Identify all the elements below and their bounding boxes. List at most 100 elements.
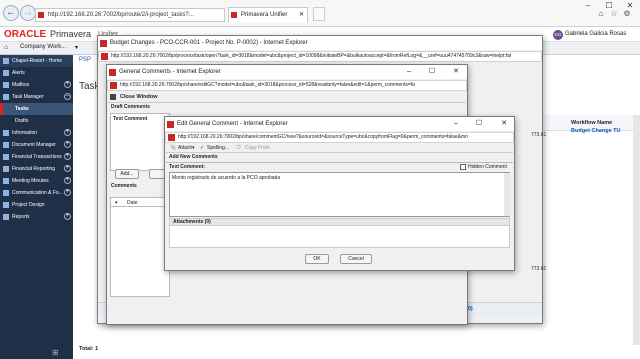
sidebar-item-task-manager[interactable]: Task Manager – — [0, 91, 73, 103]
tab-favicon-icon — [231, 12, 237, 18]
sidebar-item-label: Financial Transactions — [12, 154, 62, 160]
tasks-icon — [3, 94, 9, 100]
expand-plus-icon[interactable]: + — [64, 129, 71, 136]
workspace-selector[interactable]: Company Work... — [20, 44, 66, 50]
sidebar-item-information[interactable]: Information + — [0, 127, 73, 139]
expand-plus-icon[interactable]: + — [64, 81, 71, 88]
edit-dialog-title: Edit General Comment - Internet Explorer — [177, 121, 288, 127]
close-window-button[interactable]: Close Window — [120, 94, 158, 100]
sidebar-item-tasks[interactable]: Tasks — [0, 103, 73, 115]
sidebar-item-communication[interactable]: Communication & Fo... + — [0, 187, 73, 199]
psp-tab[interactable]: PSP — [79, 57, 91, 63]
comments-table-header: ▾ Date — [110, 197, 170, 207]
budget-dialog-titlebar: Budget Changes - PCO-CCR-001 - Project N… — [98, 36, 542, 50]
sidebar-item-drafts[interactable]: Drafts — [0, 115, 73, 127]
sidebar-item-label: Drafts — [15, 118, 29, 124]
add-new-comments-heading: Add New Comments — [169, 154, 218, 160]
address-bar[interactable]: http://192.168.20.26:7002/bp/route/2/i-p… — [35, 8, 225, 22]
expand-plus-icon[interactable]: + — [64, 189, 71, 196]
sidebar-item-alerts[interactable]: Alerts — [0, 67, 73, 79]
collapse-minus-icon[interactable]: – — [64, 93, 71, 100]
sidebar-item-home[interactable]: Chapel-Resort - Home — [0, 55, 73, 67]
workflow-name-cell[interactable]: Budget Change TU — [571, 128, 621, 134]
home-nav-icon[interactable]: ⌂ — [4, 44, 8, 51]
spelling-icon[interactable]: ✓ — [200, 145, 204, 151]
ie-icon — [167, 121, 174, 128]
user-avatar[interactable]: GG — [553, 30, 563, 40]
sidebar-item-project-design[interactable]: Project Design — [0, 199, 73, 211]
hidden-comment-checkbox[interactable] — [460, 164, 466, 170]
copy-from-button: Copy From — [245, 145, 270, 151]
browser-tab[interactable]: Primavera Unifier ✕ — [228, 7, 308, 23]
settings-gear-icon[interactable]: ⚙ — [622, 9, 632, 19]
edit-toolbar: 📎 Attach ▾ ✓ Spelling... ❐ Copy From — [166, 144, 513, 153]
forward-button-icon[interactable]: → — [20, 5, 36, 21]
sidebar-item-label: Mailbox — [12, 82, 30, 88]
minimize-icon[interactable]: – — [400, 65, 418, 79]
attach-dropdown-icon[interactable]: ▾ — [192, 145, 195, 151]
paperclip-icon[interactable]: 📎 — [170, 145, 176, 151]
ok-button[interactable]: OK — [305, 254, 329, 264]
budget-dialog-url[interactable]: http://192.168.20.26:7002/bp/process/tas… — [98, 51, 542, 62]
favorites-star-icon[interactable]: ☆ — [609, 9, 619, 19]
close-icon[interactable]: ✕ — [447, 65, 465, 79]
back-button-icon[interactable]: ← — [3, 5, 19, 21]
cancel-button[interactable]: Cancel — [340, 254, 372, 264]
date-column-header[interactable]: Date — [127, 200, 138, 206]
general-url-text: http://192.168.20.26:7002/bp/share/editG… — [120, 82, 415, 88]
spelling-button[interactable]: Spelling... — [207, 145, 229, 151]
maximize-icon[interactable]: ☐ — [423, 65, 441, 79]
close-window-bar: Close Window — [108, 93, 466, 103]
bell-icon — [3, 70, 9, 76]
sidebar-item-label: Information — [12, 130, 38, 136]
edit-url-text: http://192.168.20.26:7002/bp/share/comme… — [178, 134, 468, 140]
sidebar-item-document-manager[interactable]: Document Manager + — [0, 139, 73, 151]
total-count: Total: 1 — [79, 346, 99, 352]
hidden-comment-label: Hidden Comment — [468, 164, 507, 170]
maximize-icon[interactable]: ☐ — [470, 117, 488, 131]
comment-textarea[interactable]: Monto registrado de acuerdo a la PCO apr… — [169, 172, 510, 217]
ie-icon — [109, 69, 116, 76]
add-button[interactable]: Add... — [115, 169, 139, 179]
sidebar-item-reports[interactable]: Reports + — [0, 211, 73, 223]
attachments-label: Attachments (0) — [173, 219, 211, 225]
sidebar-item-label: Reports — [12, 214, 30, 220]
expand-plus-icon[interactable]: + — [64, 141, 71, 148]
new-tab-button[interactable] — [313, 7, 325, 21]
design-icon — [3, 202, 9, 208]
sidebar-item-label: Project Design — [12, 202, 45, 208]
meeting-icon — [3, 178, 9, 184]
textarea-scrollbar[interactable] — [504, 173, 510, 216]
budget-url-text: http://192.168.20.26:7002/bp/process/tas… — [111, 53, 512, 59]
expand-plus-icon[interactable]: + — [64, 153, 71, 160]
sidebar-item-meeting-minutes[interactable]: Meeting Minutes + — [0, 175, 73, 187]
add-icon[interactable]: ⊞ — [52, 348, 59, 357]
amount-value: 773.61 — [531, 266, 547, 272]
close-window-icon[interactable] — [110, 94, 116, 100]
sidebar-item-label: Task Manager — [12, 94, 44, 100]
workspace-dropdown-icon[interactable]: ▾ — [75, 44, 78, 51]
edit-dialog-url[interactable]: http://192.168.20.26:7002/bp/share/comme… — [165, 132, 514, 143]
general-dialog-url[interactable]: http://192.168.20.26:7002/bp/share/editG… — [107, 80, 467, 91]
user-name[interactable]: Gabriela Galicia Rosas — [565, 31, 626, 37]
sort-arrow-icon[interactable]: ▾ — [115, 200, 118, 206]
tab-close-icon[interactable]: ✕ — [299, 8, 304, 23]
main-scrollbar[interactable] — [633, 115, 640, 345]
general-dialog-title: General Comments - Internet Explorer — [119, 69, 221, 75]
expand-plus-icon[interactable]: + — [64, 177, 71, 184]
sidebar-item-financial-transactions[interactable]: Financial Transactions + — [0, 151, 73, 163]
expand-plus-icon[interactable]: + — [64, 165, 71, 172]
home-icon[interactable]: ⌂ — [596, 9, 606, 19]
attach-button[interactable]: Attach — [178, 145, 192, 151]
sidebar-item-mailbox[interactable]: Mailbox + — [0, 79, 73, 91]
minimize-icon[interactable]: – — [447, 117, 465, 131]
sidebar-item-financial-reporting[interactable]: Financial Reporting + — [0, 163, 73, 175]
comments-table-body — [110, 207, 170, 297]
tab-title: Primavera Unifier — [241, 12, 288, 18]
sidebar-item-label: Alerts — [12, 70, 25, 76]
sidebar: Chapel-Resort - Home Alerts Mailbox + Ta… — [0, 55, 73, 359]
close-icon[interactable]: ✕ — [495, 117, 513, 131]
add-button-label: Add... — [120, 171, 134, 177]
sidebar-item-label: Document Manager — [12, 142, 56, 148]
expand-plus-icon[interactable]: + — [64, 213, 71, 220]
